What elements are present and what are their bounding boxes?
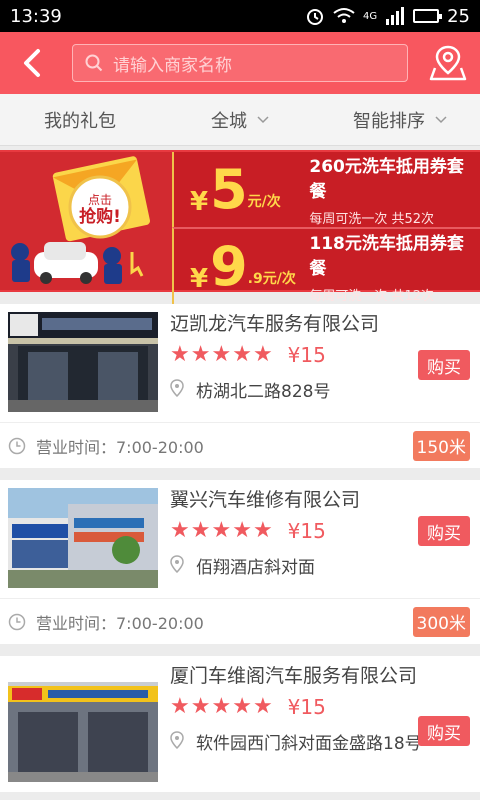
search-input[interactable]: 请输入商家名称 bbox=[72, 44, 408, 82]
location-pin-icon bbox=[170, 379, 184, 397]
store-name: 翼兴汽车维修有限公司 bbox=[170, 489, 361, 511]
deal-info: 118元洗车抵用券套餐 每周可洗一次 共12次 bbox=[309, 229, 480, 304]
star-icon: ★ bbox=[232, 694, 252, 719]
store-hours: 营业时间：7:00-20:00 bbox=[36, 613, 204, 633]
promo-banner[interactable]: 点击 抢购! ¥ 5 元/次 260元洗车抵用券套餐 每周可洗一次 共52次 ¥… bbox=[0, 150, 480, 304]
deal-price-value: 5 bbox=[210, 157, 248, 221]
store-card-main: 迈凯龙汽车服务有限公司 ★ ★ ★ ★ ★ ¥15 枋湖北二路828号 购买 bbox=[0, 304, 480, 422]
store-card[interactable]: 厦门车维阁汽车服务有限公司 ★ ★ ★ ★ ★ ¥15 软件园西门斜对面金盛路18号 购… bbox=[0, 656, 480, 792]
star-icon: ★ bbox=[232, 342, 252, 367]
store-card-footer: 营业时间：7:00-20:00 300米 bbox=[0, 598, 480, 644]
star-icon: ★ bbox=[190, 518, 211, 543]
star-icon: ★ bbox=[252, 518, 273, 543]
star-icon: ★ bbox=[170, 342, 190, 367]
clock-icon bbox=[8, 437, 26, 454]
battery-level: 25 bbox=[447, 5, 470, 27]
store-photo bbox=[8, 312, 158, 412]
store-card-main: 翼兴汽车维修有限公司 ★ ★ ★ ★ ★ ¥15 佰翔酒店斜对面 购买 bbox=[0, 480, 480, 598]
deal-title: 118元洗车抵用券套餐 bbox=[309, 234, 464, 279]
deal-unit: 元/次 bbox=[247, 193, 281, 210]
chevron-down-icon bbox=[435, 115, 447, 123]
status-bar: 13:39 4G 25 bbox=[0, 0, 480, 32]
store-address-text: 枋湖北二路828号 bbox=[196, 382, 331, 402]
filter-label: 全城 bbox=[211, 110, 247, 132]
deal-item[interactable]: ¥ 5 元/次 260元洗车抵用券套餐 每周可洗一次 共52次 bbox=[172, 152, 480, 227]
distance-badge: 300米 bbox=[412, 606, 470, 637]
store-card[interactable]: 迈凯龙汽车服务有限公司 ★ ★ ★ ★ ★ ¥15 枋湖北二路828号 购买 营业时间：… bbox=[0, 304, 480, 468]
banner-deals: ¥ 5 元/次 260元洗车抵用券套餐 每周可洗一次 共52次 ¥ 9 .9元/… bbox=[172, 152, 480, 304]
store-address-text: 佰翔酒店斜对面 bbox=[196, 558, 315, 578]
location-pin-icon bbox=[170, 555, 184, 573]
deal-currency: ¥ bbox=[190, 186, 209, 217]
deal-price-value: 9 bbox=[210, 234, 248, 298]
top-bar: 请输入商家名称 bbox=[0, 32, 480, 94]
deal-subtitle: 每周可洗一次 共52次 bbox=[309, 212, 435, 227]
store-price: ¥15 bbox=[287, 342, 326, 367]
filter-label: 我的礼包 bbox=[44, 110, 116, 132]
search-placeholder: 请输入商家名称 bbox=[113, 55, 232, 76]
store-card[interactable]: 翼兴汽车维修有限公司 ★ ★ ★ ★ ★ ¥15 佰翔酒店斜对面 购买 营业时间：7:0… bbox=[0, 480, 480, 644]
store-address: 佰翔酒店斜对面 bbox=[170, 553, 472, 578]
chevron-down-icon bbox=[257, 115, 269, 123]
store-price: ¥15 bbox=[287, 694, 326, 719]
battery-icon bbox=[413, 9, 443, 23]
deal-subtitle: 每周可洗一次 共12次 bbox=[309, 289, 435, 304]
store-card-footer: 营业时间：7:00-20:00 150米 bbox=[0, 422, 480, 468]
clock-icon bbox=[8, 613, 26, 630]
star-icon: ★ bbox=[252, 342, 273, 367]
distance-badge: 150米 bbox=[412, 430, 470, 461]
alarm-icon bbox=[306, 9, 323, 25]
filter-sort[interactable]: 智能排序 bbox=[320, 107, 480, 133]
deal-currency: ¥ bbox=[190, 263, 209, 294]
badge-text-2: 抢购! bbox=[79, 206, 121, 227]
star-icon: ★ bbox=[190, 342, 211, 367]
star-icon: ★ bbox=[190, 694, 211, 719]
deal-price: ¥ 9 .9元/次 bbox=[190, 234, 309, 298]
network-type: 4G bbox=[362, 10, 378, 22]
store-name: 厦门车维阁汽车服务有限公司 bbox=[170, 665, 418, 687]
location-pin-icon bbox=[170, 731, 184, 749]
status-time: 13:39 bbox=[10, 5, 62, 27]
star-icon: ★ bbox=[170, 694, 190, 719]
carwash-illustration: 点击 抢购! bbox=[0, 152, 172, 290]
wifi-icon bbox=[333, 8, 355, 23]
filter-city[interactable]: 全城 bbox=[160, 107, 320, 133]
store-photo bbox=[8, 488, 158, 588]
banner-illustration: 点击 抢购! bbox=[0, 152, 172, 290]
store-name: 迈凯龙汽车服务有限公司 bbox=[170, 313, 380, 335]
chevron-left-icon bbox=[24, 49, 40, 77]
buy-button[interactable]: 购买 bbox=[418, 516, 470, 546]
search-icon bbox=[85, 54, 103, 72]
star-icon: ★ bbox=[211, 694, 232, 719]
filter-my-gift[interactable]: 我的礼包 bbox=[0, 107, 160, 133]
star-icon: ★ bbox=[232, 518, 252, 543]
store-address-text: 软件园西门斜对面金盛路18号 bbox=[196, 734, 422, 754]
map-pin-icon bbox=[429, 45, 467, 81]
deal-info: 260元洗车抵用券套餐 每周可洗一次 共52次 bbox=[309, 152, 480, 227]
buy-button[interactable]: 购买 bbox=[418, 350, 470, 380]
star-icon: ★ bbox=[211, 518, 232, 543]
deal-price: ¥ 5 元/次 bbox=[190, 157, 309, 221]
deal-title: 260元洗车抵用券套餐 bbox=[309, 157, 464, 202]
star-icon: ★ bbox=[170, 518, 190, 543]
filter-bar: 我的礼包 全城 智能排序 bbox=[0, 94, 480, 146]
star-icon: ★ bbox=[252, 694, 273, 719]
status-icons: 4G 25 bbox=[305, 6, 470, 27]
store-photo bbox=[8, 682, 158, 782]
map-location-button[interactable] bbox=[428, 43, 468, 83]
filter-label: 智能排序 bbox=[353, 110, 425, 132]
badge-text-1: 点击 bbox=[88, 193, 112, 207]
back-button[interactable] bbox=[12, 43, 52, 83]
star-icon: ★ bbox=[211, 342, 232, 367]
deal-item[interactable]: ¥ 9 .9元/次 118元洗车抵用券套餐 每周可洗一次 共12次 bbox=[172, 227, 480, 304]
store-card-main: 厦门车维阁汽车服务有限公司 ★ ★ ★ ★ ★ ¥15 软件园西门斜对面金盛路18号 购… bbox=[0, 656, 480, 792]
store-hours: 营业时间：7:00-20:00 bbox=[36, 437, 204, 457]
deal-unit: .9元/次 bbox=[247, 270, 296, 287]
store-address: 枋湖北二路828号 bbox=[170, 377, 472, 402]
buy-button[interactable]: 购买 bbox=[418, 716, 470, 746]
store-price: ¥15 bbox=[287, 518, 326, 543]
signal-icon bbox=[386, 7, 405, 25]
